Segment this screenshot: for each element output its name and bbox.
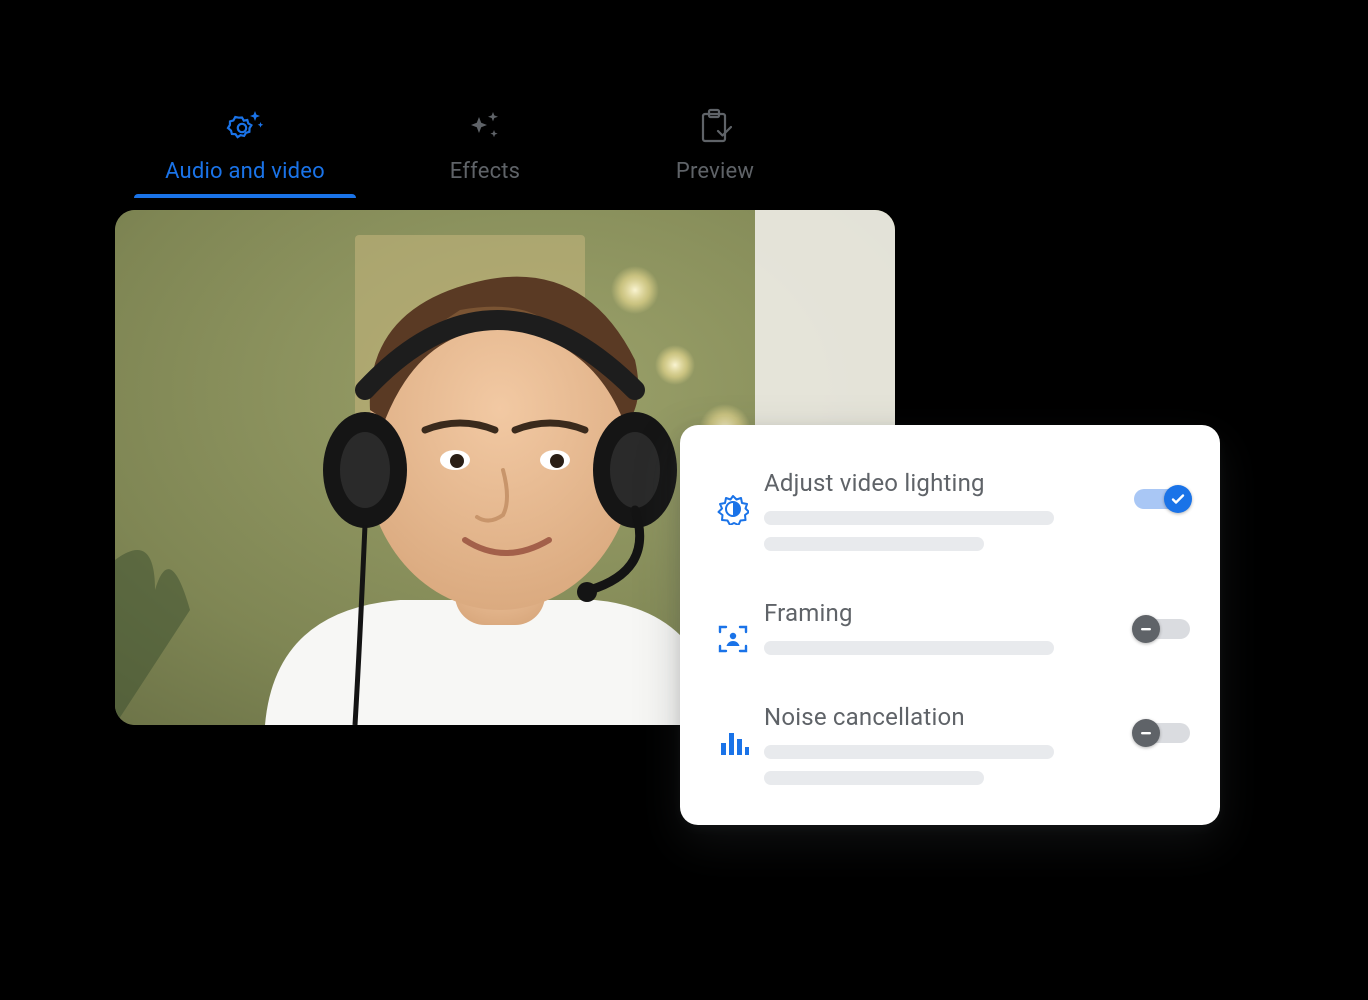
setting-row-lighting: Adjust video lighting — [710, 459, 1190, 589]
setting-row-framing: Framing — [710, 589, 1190, 693]
audio-video-settings-card: Adjust video lighting — [680, 425, 1220, 825]
placeholder-line — [764, 771, 984, 785]
gear-sparkle-icon — [225, 105, 265, 149]
frame-person-icon — [710, 599, 756, 655]
tab-audio-video[interactable]: Audio and video — [120, 105, 370, 194]
placeholder-line — [764, 641, 1054, 655]
toggle-lighting[interactable] — [1134, 489, 1190, 509]
placeholder-line — [764, 537, 984, 551]
tab-label: Preview — [676, 159, 754, 184]
setting-title: Framing — [764, 599, 1108, 627]
tab-preview[interactable]: Preview — [600, 107, 830, 194]
sparkles-icon — [466, 107, 504, 149]
settings-tabs: Audio and video Effects Preview — [120, 105, 830, 194]
setting-title: Adjust video lighting — [764, 469, 1108, 497]
toggle-noise[interactable] — [1134, 723, 1190, 743]
setting-title: Noise cancellation — [764, 703, 1108, 731]
toggle-framing[interactable] — [1134, 619, 1190, 639]
placeholder-line — [764, 511, 1054, 525]
equalizer-icon — [710, 703, 756, 759]
setting-row-noise: Noise cancellation — [710, 693, 1190, 809]
placeholder-line — [764, 745, 1054, 759]
clipboard-check-icon — [698, 107, 732, 149]
tab-label: Effects — [450, 159, 520, 184]
tab-label: Audio and video — [165, 159, 325, 184]
tab-effects[interactable]: Effects — [370, 107, 600, 194]
brightness-icon — [710, 469, 756, 525]
